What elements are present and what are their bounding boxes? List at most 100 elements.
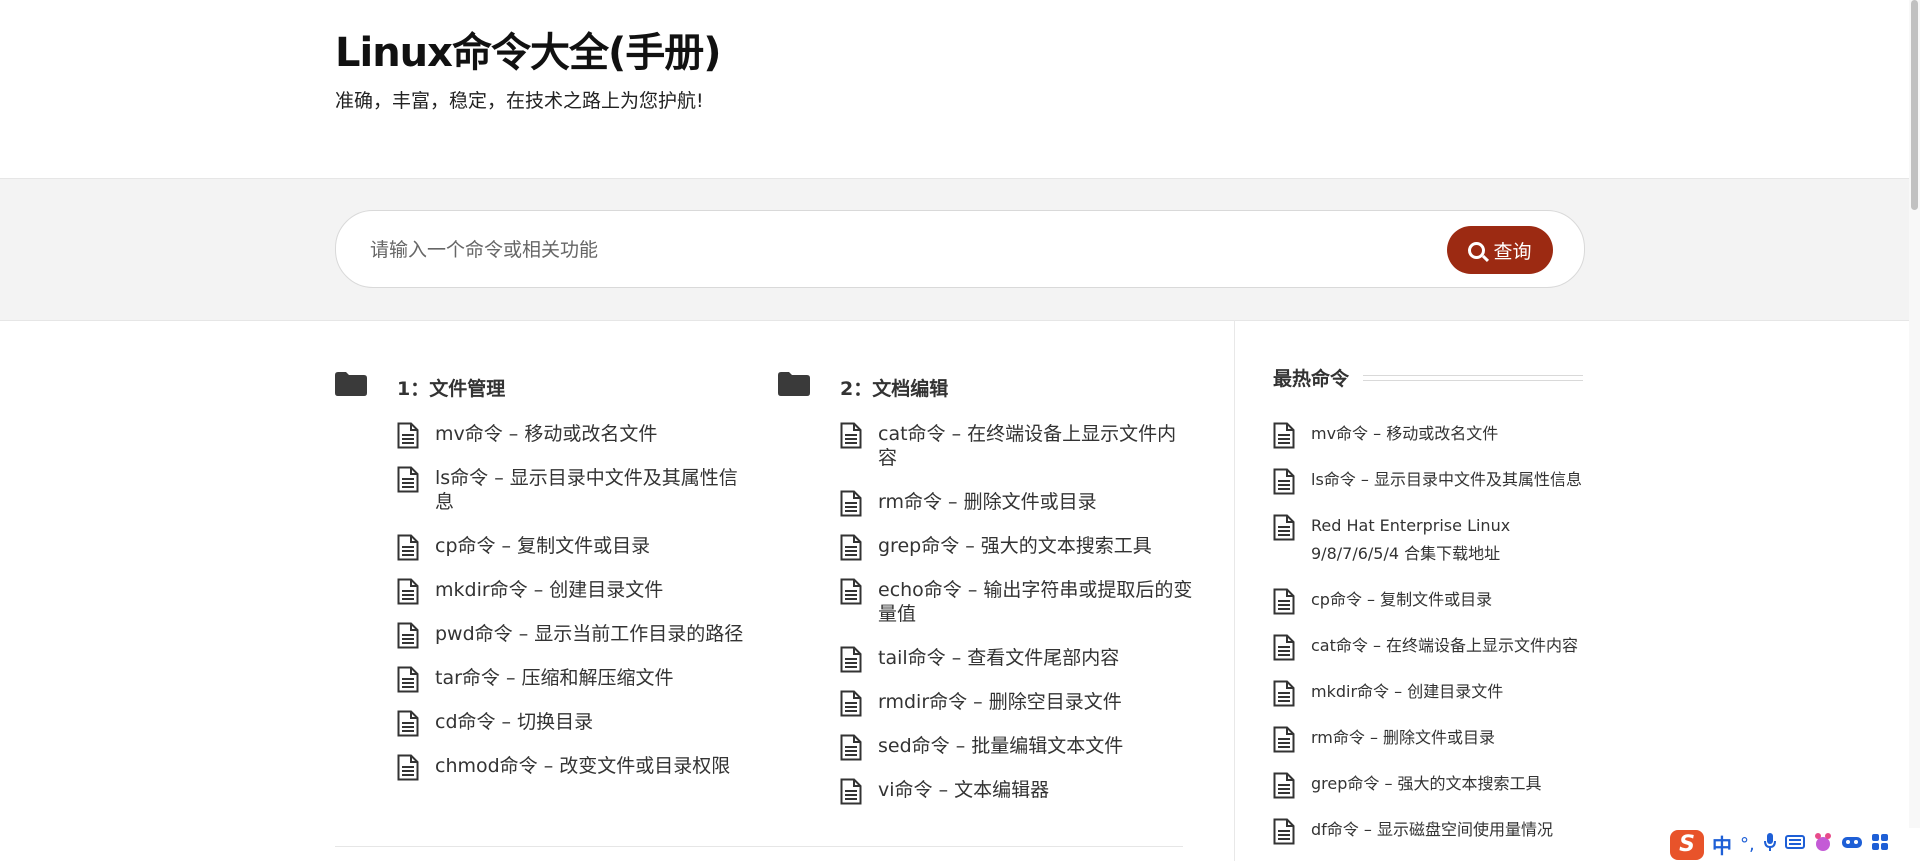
document-icon [840,578,862,605]
list-item-label: cat命令 – 在终端设备上显示文件内容 [1311,636,1579,655]
ime-mode-toggle[interactable]: 中 [1712,830,1732,859]
list-item-label: cp命令 – 复制文件或目录 [435,535,651,557]
list-item[interactable]: chmod命令 – 改变文件或目录权限 [397,754,752,781]
document-icon [1273,772,1295,799]
category-header: 2：文档编辑 [778,370,1198,404]
document-icon [397,710,419,737]
list-item-label: pwd命令 – 显示当前工作目录的路径 [435,623,744,645]
document-icon [1273,422,1295,449]
skin-icon[interactable] [1813,832,1833,857]
list-item[interactable]: sed命令 – 批量编辑文本文件 [840,734,1195,761]
scrollbar-thumb[interactable] [1911,0,1918,210]
folder-icon [335,372,367,396]
category-file-management: 1：文件管理 mv命令 – 移动或改名文件 ls命令 – 显示目录中文件及其属性… [335,370,755,781]
list-item[interactable]: rm命令 – 删除文件或目录 [1273,724,1583,753]
list-item[interactable]: echo命令 – 输出字符串或提取后的变量值 [840,578,1195,626]
document-icon [1273,514,1295,541]
list-item[interactable]: grep命令 – 强大的文本搜索工具 [1273,770,1583,799]
list-item[interactable]: cat命令 – 在终端设备上显示文件内容 [1273,632,1583,661]
main-content: 1：文件管理 mv命令 – 移动或改名文件 ls命令 – 显示目录中文件及其属性… [335,320,1192,861]
document-icon [840,690,862,717]
document-icon [1273,588,1295,615]
document-icon [1273,818,1295,845]
keyboard-icon[interactable] [1784,834,1805,855]
document-icon [397,534,419,561]
list-item[interactable]: cp命令 – 复制文件或目录 [397,534,752,561]
list-item[interactable]: mv命令 – 移动或改名文件 [1273,420,1583,449]
list-item-label: echo命令 – 输出字符串或提取后的变量值 [878,579,1193,625]
list-item-label: mv命令 – 移动或改名文件 [1311,424,1499,443]
list-item[interactable]: tar命令 – 压缩和解压缩文件 [397,666,752,693]
category-title[interactable]: 1：文件管理 [397,374,505,401]
section-divider [335,846,1183,847]
list-item[interactable]: cat命令 – 在终端设备上显示文件内容 [840,422,1195,470]
list-item-label: Red Hat Enterprise Linux 9/8/7/6/5/4 合集下… [1311,516,1511,563]
microphone-icon[interactable] [1763,832,1777,857]
document-icon [397,466,419,493]
document-icon [840,422,862,449]
list-item[interactable]: tail命令 – 查看文件尾部内容 [840,646,1195,673]
search-button[interactable]: 查询 [1447,226,1553,274]
list-item[interactable]: cd命令 – 切换目录 [397,710,752,737]
list-item-label: tar命令 – 压缩和解压缩文件 [435,667,674,689]
list-item[interactable]: pwd命令 – 显示当前工作目录的路径 [397,622,752,649]
document-icon [397,578,419,605]
document-icon [840,646,862,673]
list-item[interactable]: vi命令 – 文本编辑器 [840,778,1195,805]
list-item-label: df命令 – 显示磁盘空间使用量情况 [1311,820,1553,839]
site-title[interactable]: Linux命令大全(手册) [335,20,722,78]
site-header: Linux命令大全(手册) 准确，丰富，稳定，在技术之路上为您护航! [0,0,1920,179]
list-item-label: cat命令 – 在终端设备上显示文件内容 [878,423,1177,469]
command-list: cat命令 – 在终端设备上显示文件内容 rm命令 – 删除文件或目录 grep… [840,422,1195,822]
list-item[interactable]: Red Hat Enterprise Linux 9/8/7/6/5/4 合集下… [1273,512,1583,568]
list-item-label: sed命令 – 批量编辑文本文件 [878,735,1124,757]
document-icon [1273,726,1295,753]
list-item[interactable]: cp命令 – 复制文件或目录 [1273,586,1583,615]
list-item[interactable]: df命令 – 显示磁盘空间使用量情况 [1273,816,1583,845]
scrollbar[interactable] [1909,0,1920,861]
search-button-label: 查询 [1493,240,1532,263]
category-document-editing: 2：文档编辑 cat命令 – 在终端设备上显示文件内容 rm命令 – 删除文件或… [778,370,1198,805]
search-box: 查询 [335,210,1585,288]
list-item[interactable]: grep命令 – 强大的文本搜索工具 [840,534,1195,561]
command-list: mv命令 – 移动或改名文件 ls命令 – 显示目录中文件及其属性信息 cp命令… [397,422,752,798]
list-item-label: mkdir命令 – 创建目录文件 [1311,682,1504,701]
folder-icon [778,372,810,396]
list-item[interactable]: ls命令 – 显示目录中文件及其属性信息 [397,466,752,514]
list-item[interactable]: rmdir命令 – 删除空目录文件 [840,690,1195,717]
list-item[interactable]: mkdir命令 – 创建目录文件 [397,578,752,605]
list-item-label: grep命令 – 强大的文本搜索工具 [1311,774,1542,793]
list-item-label: mkdir命令 – 创建目录文件 [435,579,664,601]
list-item-label: cp命令 – 复制文件或目录 [1311,590,1493,609]
document-icon [1273,680,1295,707]
search-band: 查询 [0,179,1920,321]
list-item[interactable]: rm命令 – 删除文件或目录 [840,490,1195,517]
list-item-label: vi命令 – 文本编辑器 [878,779,1050,801]
sidebar-divider [1234,320,1235,861]
list-item-label: chmod命令 – 改变文件或目录权限 [435,755,731,777]
ime-logo[interactable]: S [1670,829,1704,860]
list-item[interactable]: mv命令 – 移动或改名文件 [397,422,752,449]
search-icon [1468,241,1486,259]
document-icon [840,534,862,561]
list-item[interactable]: mkdir命令 – 创建目录文件 [1273,678,1583,707]
hot-command-list: mv命令 – 移动或改名文件 ls命令 – 显示目录中文件及其属性信息 Red … [1273,420,1583,862]
category-title[interactable]: 2：文档编辑 [840,374,948,401]
list-item-label: ls命令 – 显示目录中文件及其属性信息 [435,467,738,513]
game-controller-icon[interactable] [1841,834,1863,855]
list-item-label: mv命令 – 移动或改名文件 [435,423,658,445]
toolbox-icon[interactable] [1871,833,1889,856]
ime-punctuation-toggle[interactable]: °, [1740,834,1755,855]
list-item-label: rmdir命令 – 删除空目录文件 [878,691,1122,713]
document-icon [840,778,862,805]
sidebar-title: 最热命令 [1273,364,1364,391]
list-item-label: rm命令 – 删除文件或目录 [878,491,1097,513]
site-tagline: 准确，丰富，稳定，在技术之路上为您护航! [335,90,704,112]
document-icon [1273,468,1295,495]
list-item[interactable]: ls命令 – 显示目录中文件及其属性信息 [1273,466,1583,495]
list-item-label: cd命令 – 切换目录 [435,711,594,733]
document-icon [397,422,419,449]
category-header: 1：文件管理 [335,370,755,404]
search-input[interactable] [368,227,1372,273]
ime-toolbar: S 中 °, [1668,828,1920,861]
